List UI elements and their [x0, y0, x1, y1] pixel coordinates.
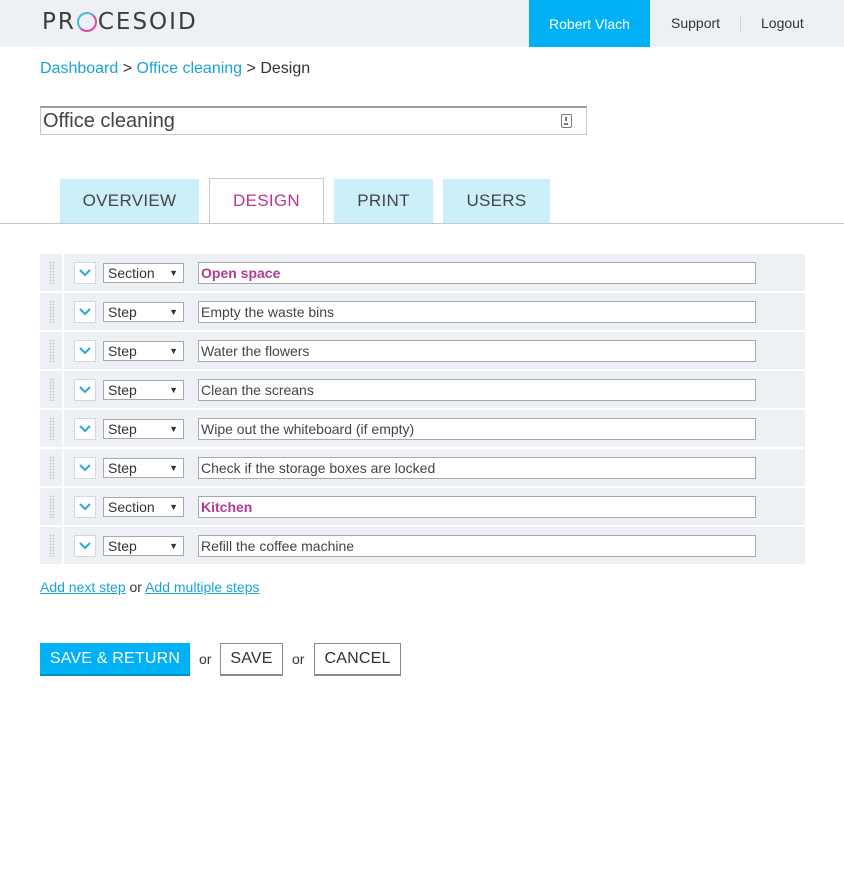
- step-type-value: Step: [108, 304, 137, 320]
- breadcrumb-separator: >: [122, 60, 133, 77]
- step-row: Section ▼: [40, 488, 805, 525]
- steps-list: Section ▼ Step ▼ Step ▼ Step ▼ Step ▼: [40, 254, 805, 566]
- step-text-input[interactable]: [198, 418, 756, 440]
- step-type-select[interactable]: Step ▼: [103, 341, 184, 361]
- step-type-value: Section: [108, 265, 155, 281]
- expand-toggle[interactable]: [74, 535, 96, 557]
- expand-toggle[interactable]: [74, 301, 96, 323]
- step-type-value: Step: [108, 343, 137, 359]
- step-row: Step ▼: [40, 527, 805, 564]
- step-type-value: Step: [108, 421, 137, 437]
- step-text-input[interactable]: [198, 262, 756, 284]
- top-header: PR CESOID Robert Vlach Support Logout: [0, 0, 844, 47]
- save-button[interactable]: SAVE: [220, 643, 283, 676]
- step-type-value: Step: [108, 538, 137, 554]
- step-text-input[interactable]: [198, 301, 756, 323]
- step-text-input[interactable]: [198, 340, 756, 362]
- or-text: or: [129, 579, 142, 595]
- nav-divider: [740, 15, 741, 31]
- drag-handle[interactable]: [40, 293, 64, 330]
- drag-handle[interactable]: [40, 488, 64, 525]
- chevron-down-icon: [79, 347, 91, 355]
- tabs-baseline: [0, 223, 844, 224]
- user-menu-button[interactable]: Robert Vlach: [529, 0, 650, 47]
- expand-toggle[interactable]: [74, 379, 96, 401]
- tab-design[interactable]: DESIGN: [209, 178, 324, 223]
- drag-handle[interactable]: [40, 449, 64, 486]
- drag-handle[interactable]: [40, 332, 64, 369]
- dropdown-arrow-icon: ▼: [169, 268, 178, 278]
- expand-toggle[interactable]: [74, 457, 96, 479]
- expand-toggle[interactable]: [74, 496, 96, 518]
- process-title-field: [40, 106, 587, 135]
- drag-handle[interactable]: [40, 527, 64, 564]
- step-row: Step ▼: [40, 410, 805, 447]
- step-text-input[interactable]: [198, 379, 756, 401]
- step-text-input[interactable]: [198, 535, 756, 557]
- step-row: Step ▼: [40, 449, 805, 486]
- step-type-select[interactable]: Section ▼: [103, 497, 184, 517]
- expand-toggle[interactable]: [74, 418, 96, 440]
- step-row: Step ▼: [40, 293, 805, 330]
- step-type-value: Step: [108, 382, 137, 398]
- or-text: or: [292, 651, 305, 667]
- process-title-input[interactable]: [41, 108, 586, 134]
- dropdown-arrow-icon: ▼: [169, 385, 178, 395]
- chevron-down-icon: [79, 464, 91, 472]
- expand-toggle[interactable]: [74, 340, 96, 362]
- save-and-return-button[interactable]: SAVE & RETURN: [40, 643, 190, 676]
- logo-text-end: CESOID: [97, 9, 198, 35]
- chevron-down-icon: [79, 425, 91, 433]
- add-steps-links: Add next step or Add multiple steps: [40, 579, 260, 595]
- step-text-input[interactable]: [198, 457, 756, 479]
- step-type-select[interactable]: Step ▼: [103, 419, 184, 439]
- step-type-select[interactable]: Step ▼: [103, 536, 184, 556]
- chevron-down-icon: [79, 308, 91, 316]
- breadcrumb-current: Design: [260, 60, 311, 77]
- logout-link[interactable]: Logout: [761, 15, 804, 31]
- tab-print[interactable]: PRINT: [334, 179, 433, 223]
- logo-text-start: PR: [42, 9, 76, 35]
- breadcrumb: Dashboard > Office cleaning > Design: [40, 60, 310, 78]
- dropdown-arrow-icon: ▼: [169, 502, 178, 512]
- dropdown-arrow-icon: ▼: [169, 346, 178, 356]
- dropdown-arrow-icon: ▼: [169, 463, 178, 473]
- breadcrumb-dashboard[interactable]: Dashboard: [40, 60, 118, 77]
- support-link[interactable]: Support: [671, 15, 720, 31]
- chevron-down-icon: [79, 269, 91, 277]
- step-type-select[interactable]: Step ▼: [103, 458, 184, 478]
- step-row: Section ▼: [40, 254, 805, 291]
- cancel-button[interactable]: CANCEL: [314, 643, 401, 676]
- dropdown-arrow-icon: ▼: [169, 424, 178, 434]
- add-multiple-steps-link[interactable]: Add multiple steps: [145, 579, 259, 595]
- step-row: Step ▼: [40, 332, 805, 369]
- breadcrumb-separator: >: [246, 60, 256, 77]
- step-type-value: Section: [108, 499, 155, 515]
- step-type-select[interactable]: Step ▼: [103, 380, 184, 400]
- step-text-input[interactable]: [198, 496, 756, 518]
- or-text: or: [199, 651, 212, 667]
- tab-users[interactable]: USERS: [443, 179, 550, 223]
- drag-handle[interactable]: [40, 410, 64, 447]
- chevron-down-icon: [79, 503, 91, 511]
- chevron-down-icon: [79, 386, 91, 394]
- contact-card-icon[interactable]: [561, 114, 572, 128]
- tab-overview[interactable]: OVERVIEW: [60, 179, 199, 223]
- logo-ring-icon: [76, 12, 97, 32]
- dropdown-arrow-icon: ▼: [169, 541, 178, 551]
- expand-toggle[interactable]: [74, 262, 96, 284]
- step-type-select[interactable]: Step ▼: [103, 302, 184, 322]
- procesoid-logo[interactable]: PR CESOID: [42, 9, 198, 35]
- step-type-select[interactable]: Section ▼: [103, 263, 184, 283]
- step-row: Step ▼: [40, 371, 805, 408]
- drag-handle[interactable]: [40, 371, 64, 408]
- step-type-value: Step: [108, 460, 137, 476]
- chevron-down-icon: [79, 542, 91, 550]
- add-next-step-link[interactable]: Add next step: [40, 579, 126, 595]
- drag-handle[interactable]: [40, 254, 64, 291]
- breadcrumb-office-cleaning[interactable]: Office cleaning: [137, 60, 243, 77]
- dropdown-arrow-icon: ▼: [169, 307, 178, 317]
